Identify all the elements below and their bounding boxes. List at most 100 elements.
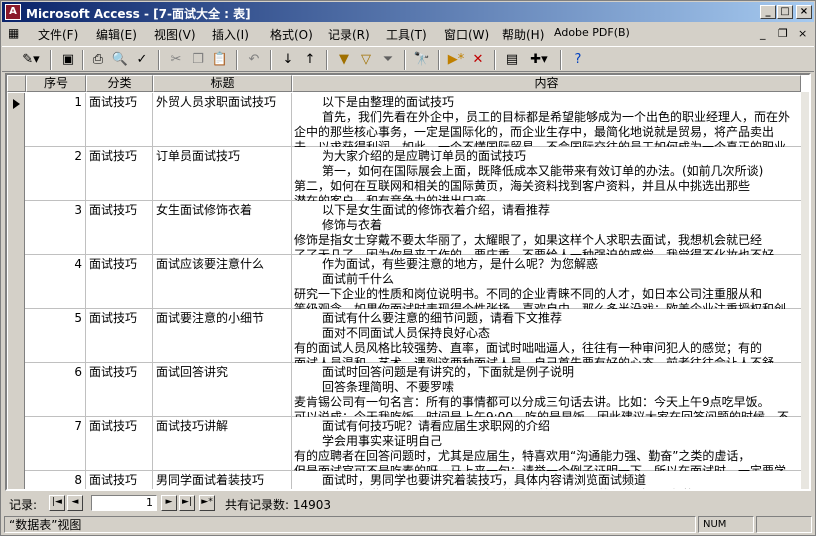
spelling-icon[interactable]: ✓ [132,50,152,70]
filter-by-form-icon[interactable]: ▽ [356,50,376,70]
cut-icon[interactable]: ✂ [166,50,186,70]
menu-doc-icon[interactable]: ▦ [8,26,19,40]
record-selector[interactable] [7,201,25,255]
cell-content[interactable]: 面试时，男同学也要讲究着装技巧，具体内容请浏览面试频道化妆：在此不主张男士去面试… [292,471,809,489]
record-selector[interactable] [7,147,25,201]
table-row[interactable]: 6 面试技巧 面试回答讲究 面试时回答问题是有讲究的，下面就是例子说明 回答条理简明、不… [7,363,809,417]
next-record-button[interactable]: ► [161,495,177,511]
minimize-button[interactable]: _ [760,5,776,19]
cell-category[interactable]: 面试技巧 [86,255,153,309]
cell-id[interactable]: 8 [26,471,86,489]
close-button[interactable]: × [796,5,812,19]
help-icon[interactable]: ? [568,50,588,70]
content-line: 作为面试，有些要注意的地方，是什么呢？为您解惑 [322,257,599,271]
cell-title[interactable]: 女生面试修饰衣着 [153,201,292,255]
cell-title[interactable]: 面试回答讲究 [153,363,292,417]
cell-content[interactable]: 面试有什么要注意的细节问题，请看下文推荐 面对不同面试人员保持良好心态 有的面试人员… [292,309,809,363]
cell-content[interactable]: 作为面试，有些要注意的地方，是什么呢？为您解惑 面试前千什么 研究一下企业的性质和岗… [292,255,809,309]
menu-format[interactable]: 格式(O) [270,26,313,43]
maximize-button[interactable]: □ [777,5,793,19]
record-selector[interactable] [7,417,25,471]
cell-id[interactable]: 4 [26,255,86,309]
cell-content[interactable]: 为大家介绍的是应聘订单员的面试技巧 第一，如何在国际展会上面，既降低成本又能带来有… [292,147,809,201]
table-row[interactable]: 7 面试技巧 面试技巧讲解 面试有何技巧呢？请看应届生求职网的介绍 学会用事实来证明自己… [7,417,809,471]
vertical-scrollbar[interactable] [801,92,809,489]
content-line: 回答条理简明、不要罗嗦 [322,380,455,394]
column-header-id[interactable]: 序号 [26,75,86,92]
menu-edit[interactable]: 编辑(E) [96,26,137,43]
doc-minimize-button[interactable]: _ [760,27,766,40]
new-record-button[interactable]: ►* [199,495,215,511]
table-row[interactable]: 3 面试技巧 女生面试修饰衣着 以下是女生面试的修饰衣着介绍，请看推荐 修饰与衣着 修饰是… [7,201,809,255]
save-icon[interactable]: ▣ [58,50,78,70]
cell-content[interactable]: 面试时回答问题是有讲究的，下面就是例子说明 回答条理简明、不要罗嗦 麦肯锡公司有一句… [292,363,809,417]
record-selector[interactable] [7,471,25,489]
cell-content[interactable]: 面试有何技巧呢？请看应届生求职网的介绍 学会用事实来证明自己 有的应聘者在回答问题时… [292,417,809,471]
sort-ascending-icon[interactable]: ↓ [278,50,298,70]
filter-by-selection-icon[interactable]: ▼ [334,50,354,70]
access-icon[interactable]: A [5,4,21,20]
table-row[interactable]: 8 面试技巧 男同学面试着装技巧 面试时，男同学也要讲究着装技巧，具体内容请浏览面试频… [7,471,809,489]
print-icon[interactable]: ⎙ [88,50,108,70]
current-record-field[interactable]: 1 [91,495,157,511]
doc-close-button[interactable]: × [798,27,807,40]
new-object-icon[interactable]: ✚▾ [524,50,554,70]
column-header-content[interactable]: 内容 [292,75,801,92]
menu-records[interactable]: 记录(R) [328,26,370,43]
undo-icon[interactable]: ↶ [244,50,264,70]
record-selector[interactable] [7,309,25,363]
cell-category[interactable]: 面试技巧 [86,147,153,201]
database-window-icon[interactable]: ▤ [502,50,522,70]
cell-category[interactable]: 面试技巧 [86,309,153,363]
cell-category[interactable]: 面试技巧 [86,201,153,255]
menu-adobe-pdf[interactable]: Adobe PDF(B) [554,26,630,39]
find-icon[interactable]: 🔭 [412,50,432,70]
cell-title[interactable]: 外贸人员求职面试技巧 [153,93,292,147]
sort-descending-icon[interactable]: ↑ [300,50,320,70]
menu-window[interactable]: 窗口(W) [444,26,489,43]
cell-id[interactable]: 7 [26,417,86,471]
previous-record-button[interactable]: ◄ [67,495,83,511]
menu-insert[interactable]: 插入(I) [212,26,249,43]
cell-id[interactable]: 3 [26,201,86,255]
cell-title[interactable]: 男同学面试着装技巧 [153,471,292,489]
cell-category[interactable]: 面试技巧 [86,471,153,489]
paste-icon[interactable]: 📋 [210,50,230,70]
table-row[interactable]: 5 面试技巧 面试要注意的小细节 面试有什么要注意的细节问题，请看下文推荐 面对不同面试… [7,309,809,363]
cell-category[interactable]: 面试技巧 [86,93,153,147]
cell-id[interactable]: 2 [26,147,86,201]
cell-title[interactable]: 面试应该要注意什么 [153,255,292,309]
cell-title[interactable]: 面试技巧讲解 [153,417,292,471]
cell-id[interactable]: 5 [26,309,86,363]
table-row[interactable]: 4 面试技巧 面试应该要注意什么 作为面试，有些要注意的地方，是什么呢？为您解惑 面试前… [7,255,809,309]
apply-filter-icon[interactable]: ⏷ [378,50,398,70]
menu-file[interactable]: 文件(F) [38,26,78,43]
cell-category[interactable]: 面试技巧 [86,417,153,471]
column-header-category[interactable]: 分类 [86,75,153,92]
last-record-button[interactable]: ►| [179,495,195,511]
cell-title[interactable]: 面试要注意的小细节 [153,309,292,363]
record-selector[interactable] [7,93,25,147]
column-header-title[interactable]: 标题 [153,75,292,92]
select-all-corner[interactable] [7,75,26,92]
record-selector[interactable] [7,363,25,417]
table-row[interactable]: 2 面试技巧 订单员面试技巧 为大家介绍的是应聘订单员的面试技巧 第一，如何在国际展会上… [7,147,809,201]
cell-content[interactable]: 以下是女生面试的修饰衣着介绍，请看推荐 修饰与衣着 修饰是指女士穿戴不要太华丽了，太… [292,201,809,255]
copy-icon[interactable]: ❐ [188,50,208,70]
record-selector[interactable] [7,255,25,309]
first-record-button[interactable]: |◄ [49,495,65,511]
menu-help[interactable]: 帮助(H) [502,26,544,43]
print-preview-icon[interactable]: 🔍 [110,50,130,70]
delete-record-icon[interactable]: ✕ [468,50,488,70]
cell-category[interactable]: 面试技巧 [86,363,153,417]
doc-restore-button[interactable]: ❐ [778,27,788,40]
cell-title[interactable]: 订单员面试技巧 [153,147,292,201]
view-icon[interactable]: ✎▾ [16,50,46,70]
new-record-icon[interactable]: ▶* [446,50,466,70]
menu-tools[interactable]: 工具(T) [386,26,427,43]
table-row[interactable]: 1 面试技巧 外贸人员求职面试技巧 以下是由整理的面试技巧 首先，我们先看在外企中，员工… [7,93,809,147]
cell-id[interactable]: 6 [26,363,86,417]
menu-view[interactable]: 视图(V) [154,26,196,43]
cell-id[interactable]: 1 [26,93,86,147]
cell-content[interactable]: 以下是由整理的面试技巧 首先，我们先看在外企中，员工的目标都是希望能够成为一个出色… [292,93,809,147]
